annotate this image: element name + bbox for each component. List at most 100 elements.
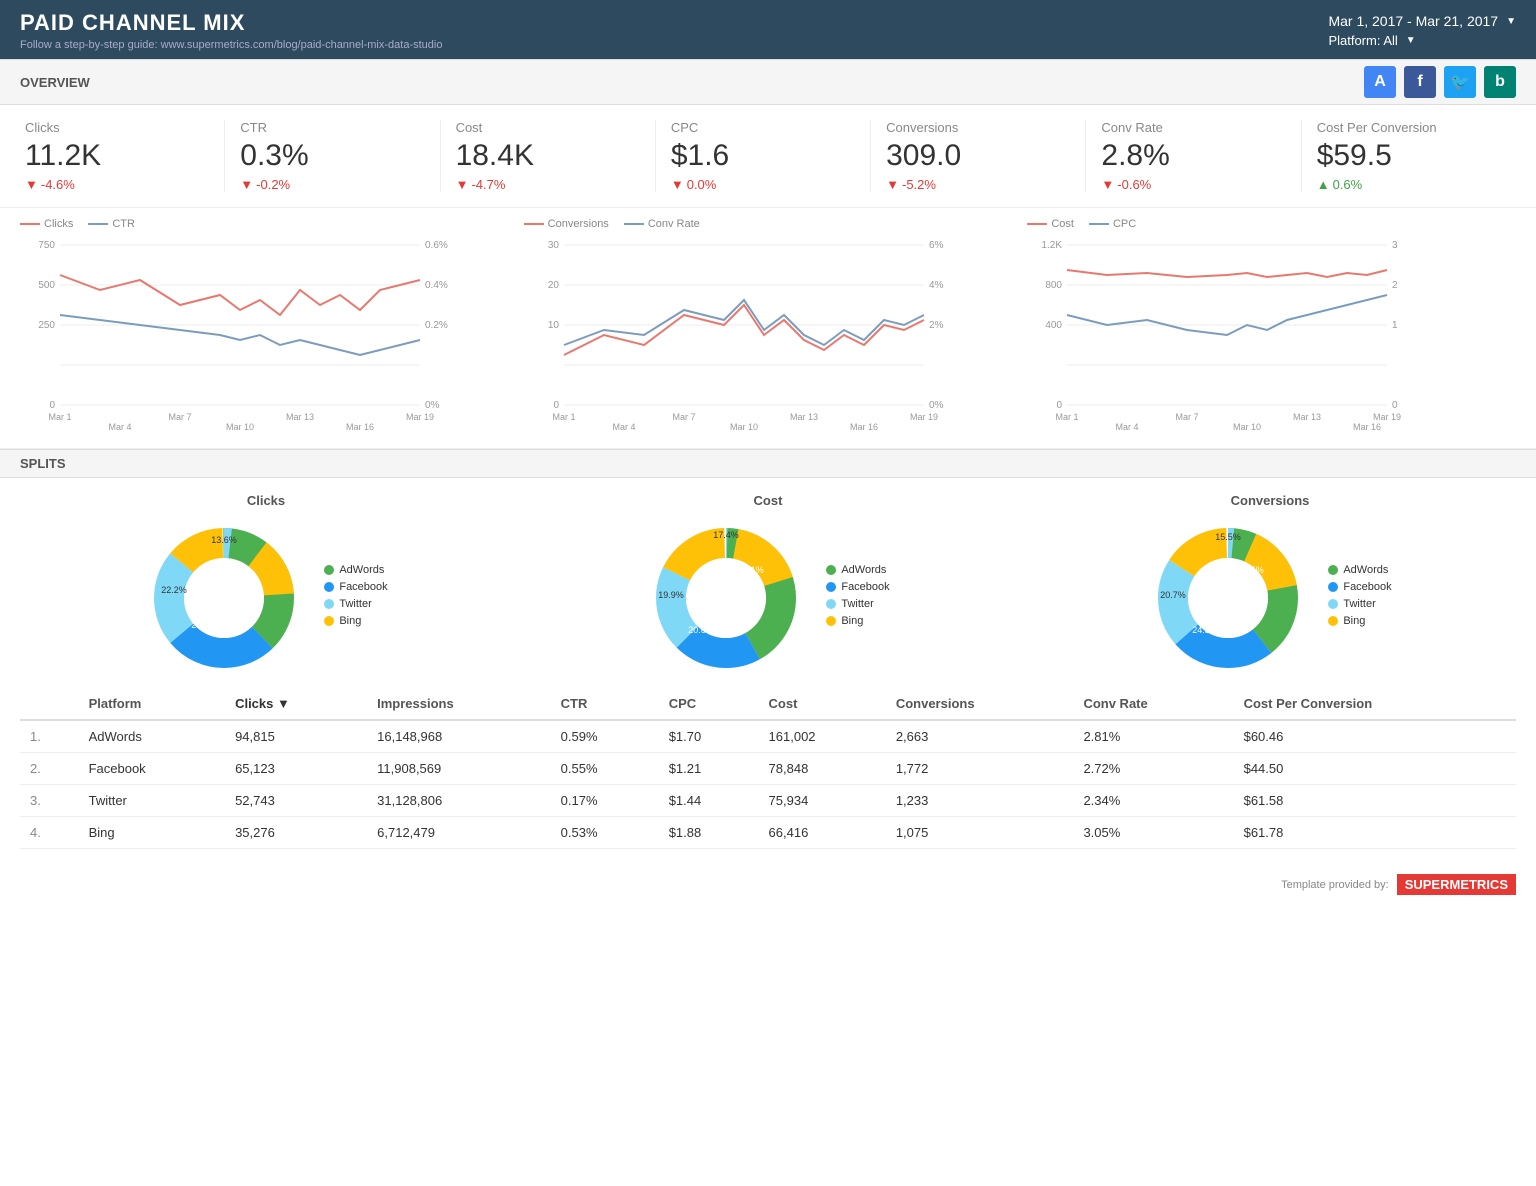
header: PAID CHANNEL MIX Follow a step-by-step g… — [0, 0, 1536, 59]
svg-text:1: 1 — [1392, 320, 1398, 331]
splits-section-header: SPLITS — [0, 449, 1536, 478]
col-cost-per-conv[interactable]: Cost Per Conversion — [1234, 688, 1516, 720]
svg-text:2: 2 — [1392, 280, 1398, 291]
svg-text:30: 30 — [548, 240, 560, 251]
conversions-legend: Conversions — [548, 218, 609, 230]
svg-text:0%: 0% — [929, 400, 944, 411]
kpi-card-cpc: CPC $1.6 ▼ 0.0% — [656, 120, 871, 192]
svg-text:20: 20 — [548, 280, 560, 291]
cost-donut-legend: AdWords Facebook Twitter Bing — [826, 564, 889, 632]
col-clicks[interactable]: Clicks ▼ — [225, 688, 367, 720]
svg-text:37.9%: 37.9% — [232, 570, 258, 580]
cpc-legend: CPC — [1113, 218, 1136, 230]
svg-text:Mar 16: Mar 16 — [346, 422, 374, 432]
col-num — [20, 688, 79, 720]
conversions-donut-title: Conversions — [1231, 493, 1310, 508]
table-row: 1. AdWords 94,815 16,148,968 0.59% $1.70… — [20, 720, 1516, 753]
svg-text:6%: 6% — [929, 240, 944, 251]
svg-text:400: 400 — [1046, 320, 1063, 331]
table-row: 3. Twitter 52,743 31,128,806 0.17% $1.44… — [20, 785, 1516, 817]
svg-text:2%: 2% — [929, 320, 944, 331]
svg-text:26.3%: 26.3% — [192, 620, 218, 630]
ctr-legend: CTR — [112, 218, 135, 230]
svg-text:20.6%: 20.6% — [689, 625, 715, 635]
cost-donut-svg: 42.1% 20.6% 19.9% 17.4% — [646, 518, 806, 678]
col-conv-rate[interactable]: Conv Rate — [1073, 688, 1233, 720]
svg-text:Mar 19: Mar 19 — [406, 412, 434, 422]
header-controls: Mar 1, 2017 - Mar 21, 2017 ▼ Platform: A… — [1328, 13, 1516, 48]
cost-svg: 1.2K 800 400 0 3 2 1 0 Mar 1 Mar 4 Mar 7… — [1027, 235, 1407, 435]
splits-label: SPLITS — [20, 456, 66, 471]
svg-text:4%: 4% — [929, 280, 944, 291]
cost-donut-title: Cost — [754, 493, 783, 508]
svg-text:0.6%: 0.6% — [425, 240, 448, 251]
col-cost[interactable]: Cost — [759, 688, 886, 720]
svg-text:Mar 7: Mar 7 — [168, 412, 191, 422]
svg-text:Mar 16: Mar 16 — [1353, 422, 1381, 432]
svg-text:Mar 13: Mar 13 — [790, 412, 818, 422]
svg-text:0: 0 — [49, 400, 55, 411]
col-ctr[interactable]: CTR — [551, 688, 659, 720]
svg-text:Mar 4: Mar 4 — [1116, 422, 1139, 432]
svg-text:15.5%: 15.5% — [1216, 532, 1242, 542]
svg-text:0: 0 — [553, 400, 559, 411]
svg-text:Mar 10: Mar 10 — [226, 422, 254, 432]
svg-text:39.5%: 39.5% — [1239, 565, 1265, 575]
col-conversions[interactable]: Conversions — [886, 688, 1074, 720]
svg-text:250: 250 — [38, 320, 55, 331]
cost-legend: Cost — [1051, 218, 1074, 230]
kpi-card-ctr: CTR 0.3% ▼ -0.2% — [225, 120, 440, 192]
svg-text:Mar 19: Mar 19 — [910, 412, 938, 422]
svg-text:Mar 19: Mar 19 — [1373, 412, 1401, 422]
data-table: Platform Clicks ▼ Impressions CTR CPC Co… — [20, 688, 1516, 849]
overview-label: OVERVIEW — [20, 75, 90, 90]
col-impressions[interactable]: Impressions — [367, 688, 551, 720]
conversions-donut-svg: 39.5% 24.3% 20.7% 15.5% — [1148, 518, 1308, 678]
svg-text:0: 0 — [1392, 400, 1398, 411]
charts-row: Clicks CTR 750 500 250 0 0.6% 0.4% 0.2% … — [0, 208, 1536, 449]
svg-text:Mar 16: Mar 16 — [850, 422, 878, 432]
svg-text:20.7%: 20.7% — [1161, 590, 1187, 600]
kpi-card-conversions: Conversions 309.0 ▼ -5.2% — [871, 120, 1086, 192]
svg-text:24.3%: 24.3% — [1193, 625, 1219, 635]
supermetrics-logo: SUPERMETRICS — [1397, 874, 1516, 895]
svg-text:22.2%: 22.2% — [162, 585, 188, 595]
svg-text:0%: 0% — [425, 400, 440, 411]
svg-text:0: 0 — [1057, 400, 1063, 411]
clicks-donut-legend: AdWords Facebook Twitter Bing — [324, 564, 387, 632]
svg-text:3: 3 — [1392, 240, 1398, 251]
svg-text:10: 10 — [548, 320, 560, 331]
col-platform[interactable]: Platform — [79, 688, 225, 720]
svg-text:17.4%: 17.4% — [714, 530, 740, 540]
footer: Template provided by: SUPERMETRICS — [0, 864, 1536, 905]
conversions-donut-chart: Conversions 39.5% 24.3% 20.7% 15.5% AdWo… — [1024, 493, 1516, 678]
adwords-icon: A — [1364, 66, 1396, 98]
bing-icon: b — [1484, 66, 1516, 98]
svg-text:Mar 13: Mar 13 — [286, 412, 314, 422]
platform-dropdown-icon: ▼ — [1406, 35, 1416, 46]
svg-text:Mar 7: Mar 7 — [672, 412, 695, 422]
facebook-icon: f — [1404, 66, 1436, 98]
svg-text:42.1%: 42.1% — [739, 565, 765, 575]
overview-section-header: OVERVIEW A f 🐦 b — [0, 59, 1536, 105]
svg-text:Mar 1: Mar 1 — [552, 412, 575, 422]
conversions-convrate-chart: Conversions Conv Rate 30 20 10 0 6% 4% 2… — [524, 218, 1013, 438]
splits-charts-row: Clicks 37.9% 26.3% 22.2% 13.6% — [20, 493, 1516, 678]
table-header-row: Platform Clicks ▼ Impressions CTR CPC Co… — [20, 688, 1516, 720]
cost-cpc-chart: Cost CPC 1.2K 800 400 0 3 2 1 0 Mar 1 Ma… — [1027, 218, 1516, 438]
template-text: Template provided by: — [1281, 879, 1389, 891]
svg-text:19.9%: 19.9% — [659, 590, 685, 600]
col-cpc[interactable]: CPC — [659, 688, 759, 720]
table-row: 2. Facebook 65,123 11,908,569 0.55% $1.2… — [20, 753, 1516, 785]
kpi-row: Clicks 11.2K ▼ -4.6% CTR 0.3% ▼ -0.2% Co… — [0, 105, 1536, 208]
kpi-card-cost-per-conversion: Cost Per Conversion $59.5 ▲ 0.6% — [1302, 120, 1516, 192]
date-range-selector[interactable]: Mar 1, 2017 - Mar 21, 2017 ▼ — [1328, 13, 1516, 29]
svg-text:500: 500 — [38, 280, 55, 291]
clicks-legend: Clicks — [44, 218, 73, 230]
platform-filter-selector[interactable]: Platform: All ▼ — [1328, 33, 1516, 48]
svg-text:Mar 10: Mar 10 — [1233, 422, 1261, 432]
page-title: PAID CHANNEL MIX — [20, 10, 442, 36]
clicks-ctr-chart: Clicks CTR 750 500 250 0 0.6% 0.4% 0.2% … — [20, 218, 509, 438]
conv-svg: 30 20 10 0 6% 4% 2% 0% Mar 1 Mar 4 Mar 7… — [524, 235, 944, 435]
conversions-donut-legend: AdWords Facebook Twitter Bing — [1328, 564, 1391, 632]
